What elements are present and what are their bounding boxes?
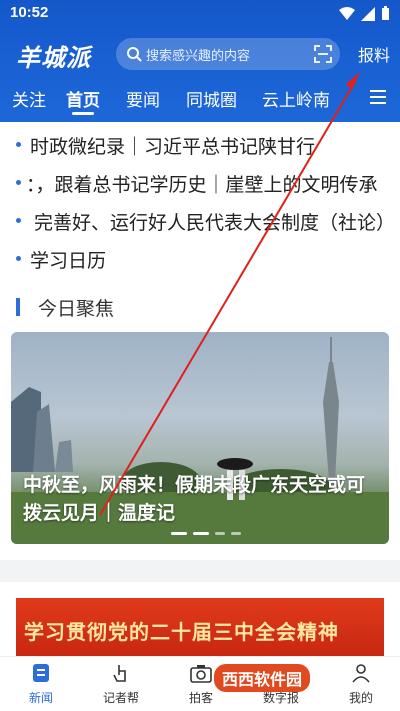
nav-label: 记者帮: [102, 691, 139, 705]
top-bar: 羊城派 搜索感兴趣的内容 报料: [0, 36, 400, 76]
active-tab-indicator: [72, 112, 94, 115]
hand-pointer-icon: [113, 665, 126, 682]
battery-icon: [382, 6, 389, 20]
headline-text: ：，跟着总书记学历史｜崖壁上的文明传承: [26, 175, 378, 196]
promo-banner[interactable]: 学习贯彻党的二十届三中全会精神: [16, 598, 384, 656]
carousel-dot: [171, 532, 187, 535]
camera-icon: [190, 665, 212, 683]
scan-icon[interactable]: [314, 45, 332, 63]
carousel-indicator: [171, 532, 241, 535]
list-item[interactable]: 完善好、运行好人民代表大会制度（社论）: [0, 204, 400, 240]
app-logo: 羊城派: [16, 43, 91, 72]
report-button[interactable]: 报料: [358, 42, 390, 66]
watermark-logo: 西西软件园: [214, 664, 311, 692]
list-item[interactable]: 学习日历: [0, 242, 400, 278]
status-icons: [339, 6, 390, 21]
list-item[interactable]: ：，跟着总书记学历史｜崖壁上的文明传承: [0, 166, 400, 202]
nav-reporter-help[interactable]: 记者帮: [86, 663, 156, 706]
nav-mine[interactable]: 我的: [326, 663, 396, 706]
app-header: 10:52 羊城派 搜索感兴趣的内容 报料 关注 首页 要闻 同城圈 云上岭南: [0, 0, 400, 122]
section-title: 今日聚焦: [38, 299, 115, 320]
nav-news[interactable]: 新闻: [6, 663, 76, 706]
nav-label: 我的: [348, 691, 373, 705]
hero-card[interactable]: 中秋至，风雨来！假期末段广东天空或可拨云见月｜温度记: [11, 332, 389, 544]
status-bar: 10:52: [0, 0, 400, 28]
bullet-dot: [16, 142, 21, 147]
signal-icon: [361, 6, 375, 21]
headline-text: 完善好、运行好人民代表大会制度（社论）: [34, 213, 396, 234]
nav-label: 新闻: [28, 691, 53, 705]
search-icon: [127, 47, 142, 62]
bottom-nav: 新闻 记者帮 拍客 数字报 我的: [0, 656, 400, 711]
channel-tabs: 关注 首页 要闻 同城圈 云上岭南: [0, 84, 400, 116]
news-icon: [33, 664, 49, 682]
carousel-dot: [231, 532, 241, 535]
headline-text: 时政微纪录｜习近平总书记陕甘行: [30, 137, 316, 158]
list-item[interactable]: 时政微纪录｜习近平总书记陕甘行: [0, 128, 400, 164]
tab-home[interactable]: 首页: [66, 86, 100, 111]
section-header: 今日聚焦: [0, 292, 400, 322]
search-placeholder: 搜索感兴趣的内容: [146, 47, 251, 63]
bullet-dot: [16, 180, 21, 185]
tab-city[interactable]: 同城圈: [186, 86, 237, 111]
search-bar[interactable]: 搜索感兴趣的内容: [116, 38, 340, 70]
bullet-dot: [16, 256, 21, 261]
divider: [0, 560, 400, 582]
headline-text: 学习日历: [30, 251, 107, 272]
tab-lingnan[interactable]: 云上岭南: [262, 86, 330, 111]
wifi-icon: [339, 6, 355, 20]
menu-icon[interactable]: [370, 90, 386, 104]
hero-caption: 中秋至，风雨来！假期末段广东天空或可拨云见月｜温度记: [23, 475, 366, 524]
status-time: 10:52: [10, 4, 49, 21]
bullet-dot: [16, 218, 21, 223]
section-marker: [16, 298, 20, 316]
tab-follow[interactable]: 关注: [12, 86, 46, 111]
carousel-dot: [193, 532, 209, 535]
user-icon: [352, 664, 370, 683]
carousel-dot: [215, 532, 225, 535]
tab-headlines[interactable]: 要闻: [126, 86, 160, 111]
banner-text: 学习贯彻党的二十届三中全会精神: [24, 622, 339, 644]
